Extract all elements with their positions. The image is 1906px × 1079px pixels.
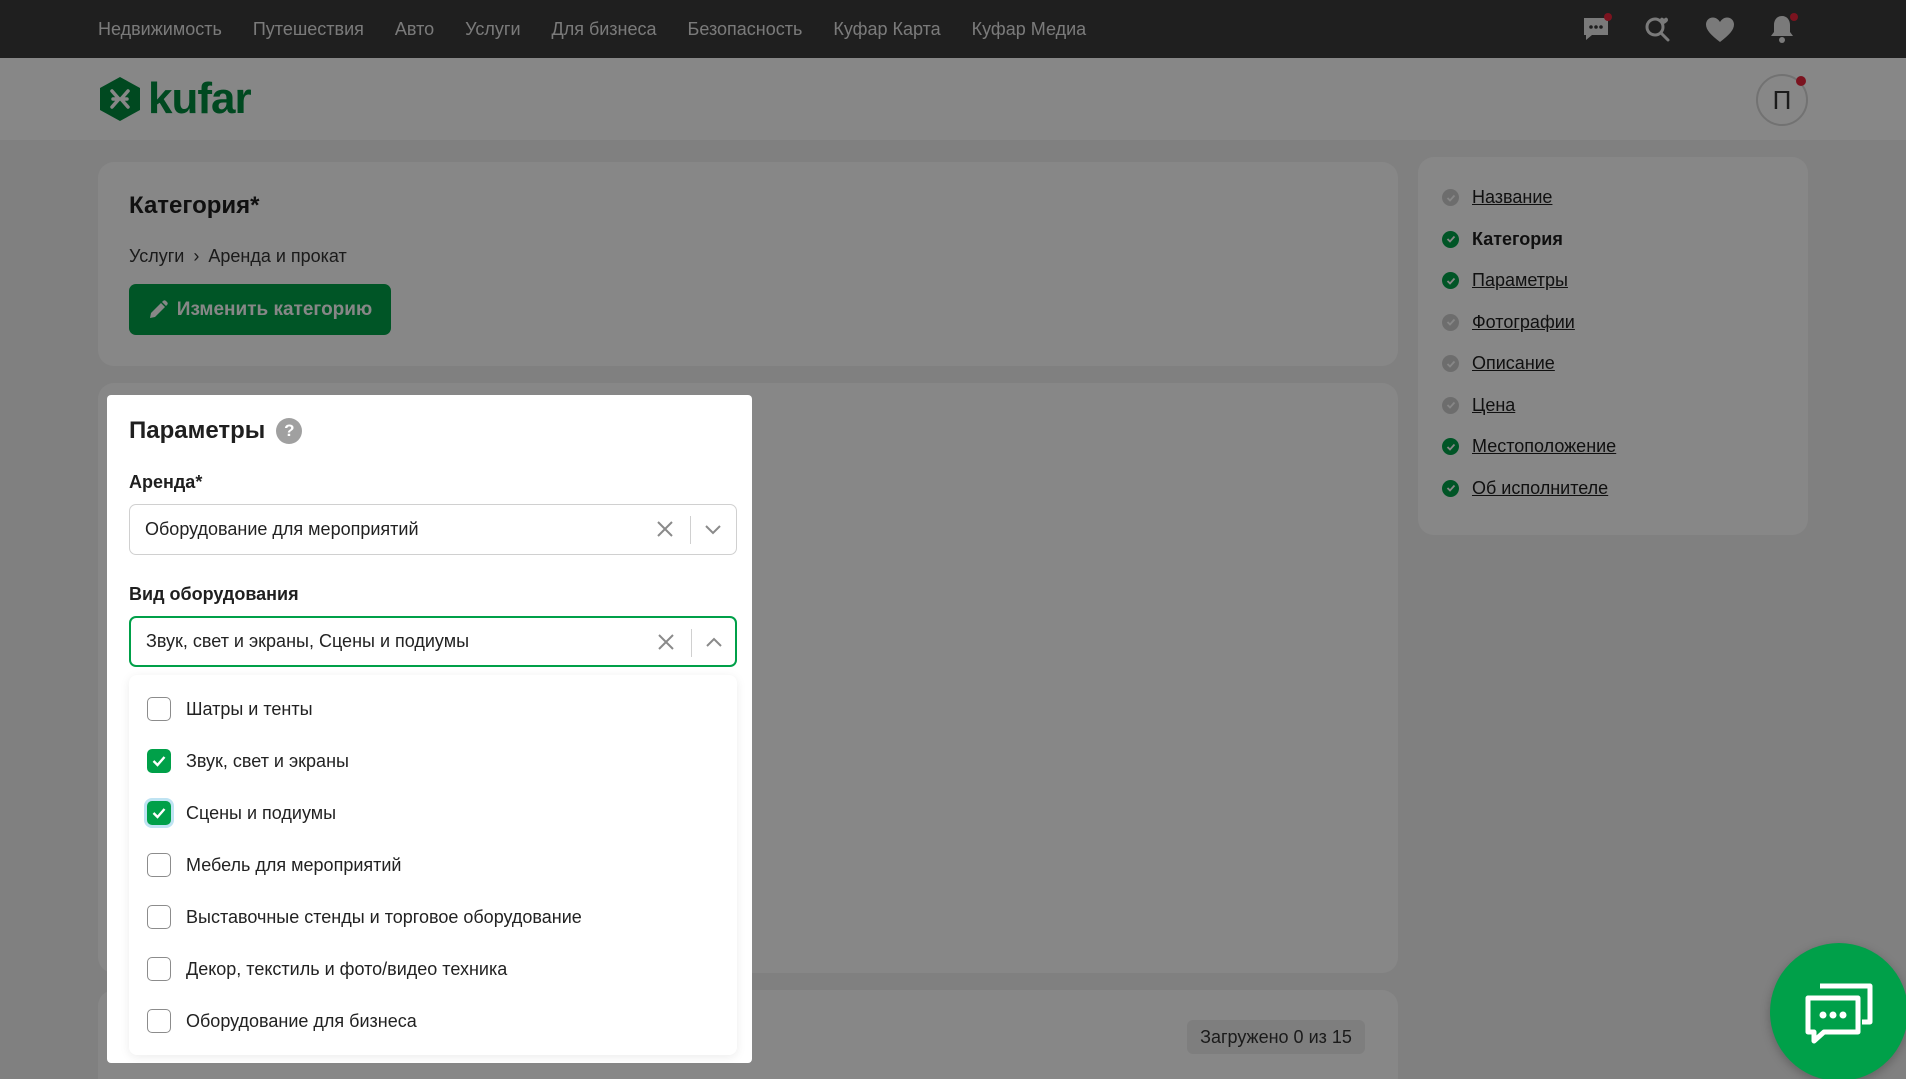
clear-icon[interactable]: [655, 631, 677, 653]
option-label: Шатры и тенты: [186, 698, 313, 719]
option-label: Выставочные стенды и торговое оборудован…: [186, 906, 582, 927]
option-label: Сцены и подиумы: [186, 802, 337, 823]
rent-field-label: Аренда*: [129, 472, 203, 492]
chevron-up-icon[interactable]: [702, 630, 726, 654]
checkbox[interactable]: [147, 905, 171, 929]
equipment-options-list: Шатры и тенты Звук, свет и экраны Сцены …: [129, 675, 737, 1055]
help-icon[interactable]: ?: [276, 418, 303, 444]
checkbox[interactable]: [147, 853, 171, 877]
option-stages-podiums[interactable]: Сцены и подиумы: [129, 787, 737, 839]
chat-icon: [1805, 983, 1873, 1044]
select-divider: [690, 516, 691, 544]
parameters-heading: Параметры ?: [129, 417, 303, 445]
parameters-title: Параметры: [129, 417, 266, 444]
equipment-select[interactable]: Звук, свет и экраны, Сцены и подиумы: [129, 616, 737, 667]
option-label: Декор, текстиль и фото/видео техника: [186, 958, 508, 979]
checkmark-icon: [152, 756, 166, 767]
equipment-select-value: Звук, свет и экраны, Сцены и подиумы: [146, 631, 470, 651]
option-label: Оборудование для бизнеса: [186, 1010, 417, 1031]
option-decor-textile-photo[interactable]: Декор, текстиль и фото/видео техника: [129, 943, 737, 995]
equipment-field-label: Вид оборудования: [129, 584, 299, 604]
checkbox-checked[interactable]: [147, 801, 171, 825]
select-divider: [691, 629, 692, 657]
checkmark-icon: [152, 808, 166, 819]
option-exhibition-stands[interactable]: Выставочные стенды и торговое оборудован…: [129, 891, 737, 943]
parameters-popup: Параметры ? Аренда* Оборудование для мер…: [107, 395, 752, 1063]
chevron-down-icon[interactable]: [701, 517, 725, 541]
option-event-furniture[interactable]: Мебель для мероприятий: [129, 839, 737, 891]
option-sound-light-screens[interactable]: Звук, свет и экраны: [129, 735, 737, 787]
option-tents[interactable]: Шатры и тенты: [129, 683, 737, 735]
option-label: Звук, свет и экраны: [186, 750, 349, 771]
chat-button[interactable]: [1770, 943, 1906, 1079]
rent-select-value: Оборудование для мероприятий: [145, 519, 419, 539]
option-business-equipment[interactable]: Оборудование для бизнеса: [129, 995, 737, 1047]
checkbox[interactable]: [147, 697, 171, 721]
checkbox[interactable]: [147, 957, 171, 981]
checkbox[interactable]: [147, 1009, 171, 1033]
rent-select[interactable]: Оборудование для мероприятий: [129, 504, 737, 555]
checkbox-checked[interactable]: [147, 749, 171, 773]
clear-icon[interactable]: [654, 518, 676, 540]
option-label: Мебель для мероприятий: [186, 854, 402, 875]
